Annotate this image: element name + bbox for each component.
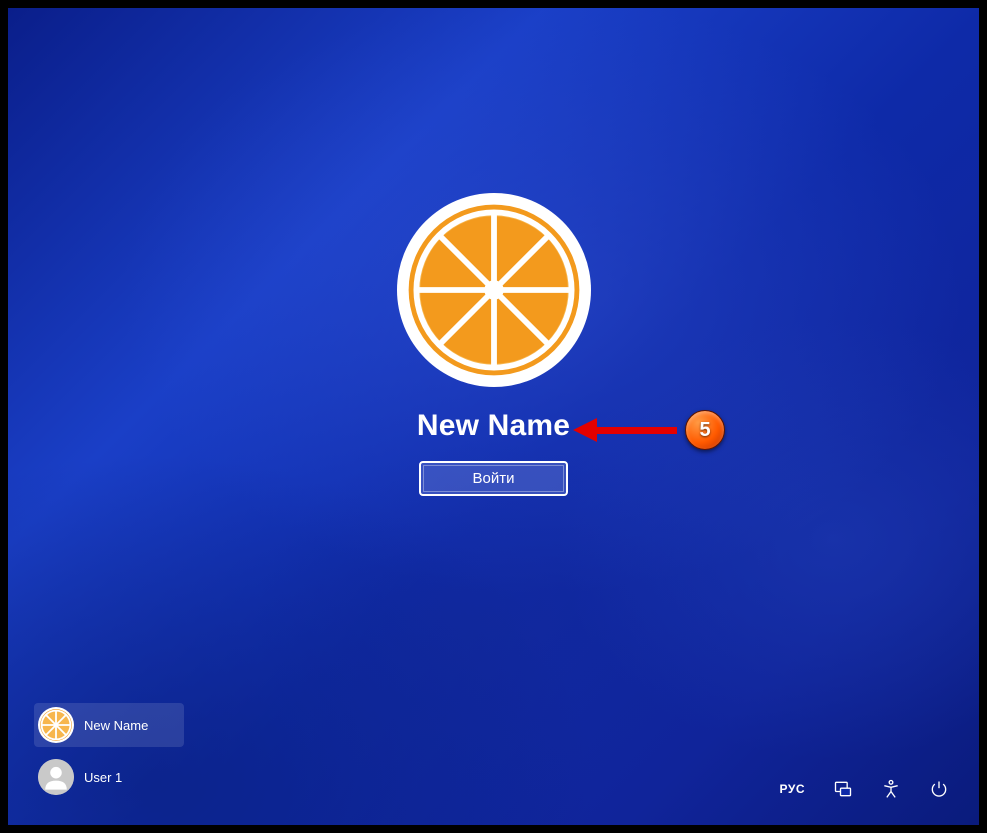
login-tray: РУС <box>780 779 949 799</box>
user-list: New Name User 1 <box>34 703 184 799</box>
user-avatar-small <box>38 759 74 795</box>
step-badge: 5 <box>685 410 725 450</box>
user-list-item-label: New Name <box>84 718 148 733</box>
accessibility-button[interactable] <box>881 779 901 799</box>
arrow-shaft <box>597 427 677 434</box>
accessibility-icon <box>881 779 901 799</box>
network-icon <box>833 779 853 799</box>
person-icon <box>38 759 74 795</box>
signin-button[interactable]: Войти <box>419 461 569 496</box>
orange-slice-icon <box>38 707 74 743</box>
orange-slice-icon <box>397 193 591 387</box>
power-button[interactable] <box>929 779 949 799</box>
user-list-item-label: User 1 <box>84 770 122 785</box>
power-icon <box>929 779 949 799</box>
language-indicator[interactable]: РУС <box>780 782 805 796</box>
user-list-item[interactable]: New Name <box>34 703 184 747</box>
user-avatar-small <box>38 707 74 743</box>
login-screen: New Name Войти 5 <box>8 8 979 825</box>
annotation-step: 5 <box>573 410 725 450</box>
active-user-avatar <box>397 193 591 387</box>
login-center-block: New Name Войти <box>397 193 591 496</box>
network-button[interactable] <box>833 779 853 799</box>
user-list-item[interactable]: User 1 <box>34 755 184 799</box>
active-user-name: New Name <box>417 409 570 443</box>
